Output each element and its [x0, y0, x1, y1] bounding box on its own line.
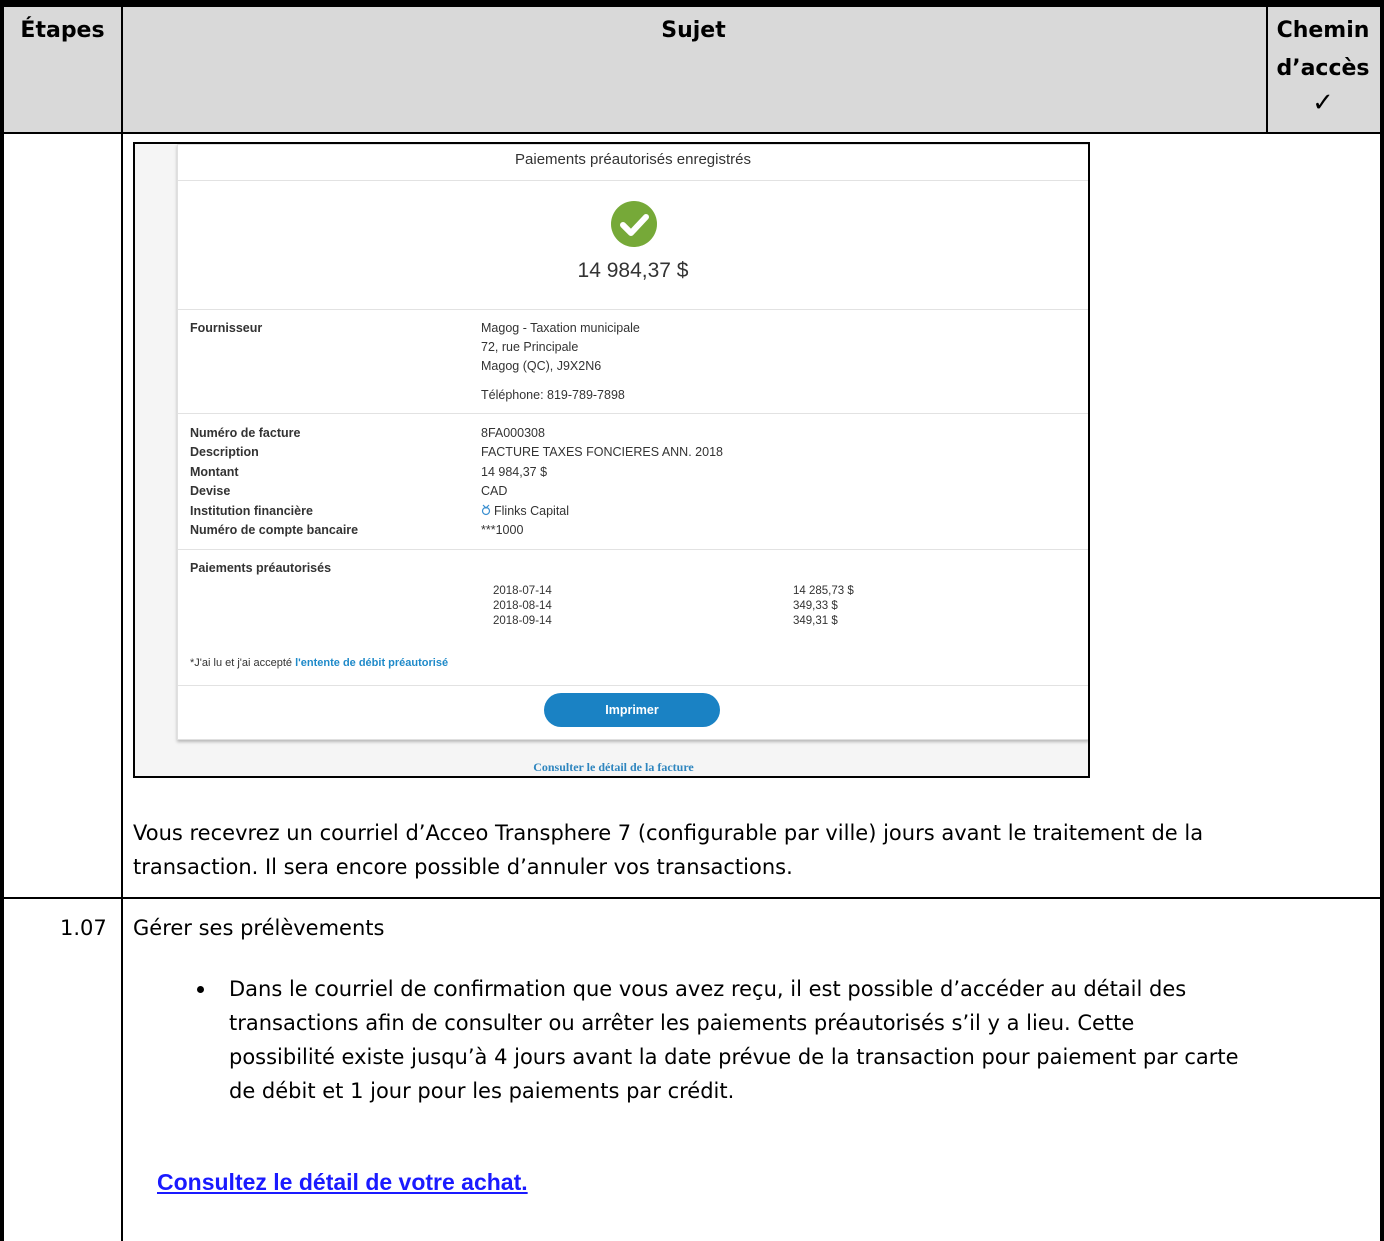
- divider: [178, 685, 1088, 686]
- detail-value: ***1000: [481, 523, 524, 537]
- bullet-line: possibilité existe jusqu’à 4 jours avant…: [229, 1045, 1239, 1069]
- agreement-link[interactable]: l'entente de débit préautorisé: [295, 657, 448, 669]
- agreement-prefix: *J'ai lu et j'ai accepté: [190, 657, 296, 669]
- checkmark-icon: ✓: [1312, 88, 1334, 118]
- payment-date: 2018-08-14: [493, 600, 552, 612]
- detail-value: 14 984,37 $: [481, 465, 548, 479]
- step-number: 1.07: [60, 916, 107, 940]
- payment-amount: 14 285,73 $: [793, 585, 854, 597]
- fournisseur-phone: Téléphone: 819-789-7898: [481, 388, 625, 402]
- column-divider-1: [121, 7, 123, 1241]
- detail-label: Numéro de compte bancaire: [190, 523, 359, 537]
- detail-label: Numéro de facture: [190, 426, 301, 440]
- divider: [178, 180, 1088, 181]
- header-chemin-acces: Chemin d’accès ✓: [1270, 12, 1376, 118]
- detail-value: FACTURE TAXES FONCIERES ANN. 2018: [481, 445, 723, 459]
- header-etapes: Étapes: [20, 18, 105, 43]
- detail-value: CAD: [481, 484, 508, 498]
- payment-date: 2018-07-14: [493, 585, 552, 597]
- detail-value: 8FA000308: [481, 426, 545, 440]
- header-chemin-line2: d’accès: [1276, 56, 1370, 81]
- bullet-line: de débit et 1 jour pour les paiements pa…: [229, 1079, 735, 1103]
- row2-title: Gérer ses prélèvements: [133, 916, 385, 940]
- fournisseur-line2: 72, rue Principale: [481, 340, 579, 354]
- row-separator: [0, 897, 1384, 899]
- fournisseur-line1: Magog - Taxation municipale: [481, 321, 640, 335]
- payment-amount: 349,33 $: [793, 600, 838, 612]
- payment-amount: 349,31 $: [793, 615, 838, 627]
- header-sujet: Sujet: [661, 18, 726, 43]
- document-table: Étapes Sujet Chemin d’accès ✓ Paiements …: [0, 0, 1384, 1241]
- consult-purchase-link[interactable]: Consultez le détail de votre achat.: [157, 1169, 528, 1196]
- table-right-border: [1380, 0, 1384, 1241]
- fournisseur-line3: Magog (QC), J9X2N6: [481, 359, 602, 373]
- header-bottom-border: [0, 132, 1384, 134]
- bank-name: Flinks Capital: [494, 504, 570, 518]
- detail-label: Devise: [190, 484, 231, 498]
- column-divider-2: [1266, 7, 1268, 133]
- print-button[interactable]: Imprimer: [544, 693, 720, 727]
- divider: [178, 549, 1088, 550]
- bullet-line: Dans le courriel de confirmation que vou…: [229, 977, 1187, 1001]
- table-top-border: [0, 0, 1384, 7]
- table-left-border: [0, 0, 4, 1241]
- bullet-line: transactions afin de consulter ou arrête…: [229, 1011, 1135, 1035]
- payments-label: Paiements préautorisés: [190, 561, 332, 575]
- divider: [178, 309, 1088, 310]
- row1-paragraph-line1: Vous recevrez un courriel d’Acceo Transp…: [133, 821, 1204, 845]
- row1-paragraph-line2: transaction. Il sera encore possible d’a…: [133, 855, 793, 879]
- agreement-text: *J'ai lu et j'ai accepté l'entente de dé…: [190, 656, 448, 670]
- embedded-screenshot: Paiements préautorisés enregistrés 14 98…: [133, 142, 1090, 778]
- bullet-icon: [197, 986, 204, 993]
- fournisseur-label: Fournisseur: [190, 321, 263, 335]
- detail-label: Institution financière: [190, 504, 313, 518]
- success-check-icon: [611, 201, 657, 247]
- divider: [178, 413, 1088, 414]
- detail-label: Description: [190, 445, 259, 459]
- invoice-detail-link[interactable]: Consulter le détail de la facture: [135, 760, 1088, 775]
- payment-date: 2018-09-14: [493, 615, 552, 627]
- header-chemin-line1: Chemin: [1276, 18, 1370, 43]
- bank-icon: [481, 504, 491, 516]
- card-title: Paiements préautorisés enregistrés: [515, 151, 751, 168]
- detail-value-bank: Flinks Capital: [481, 502, 569, 522]
- detail-label: Montant: [190, 465, 239, 479]
- total-amount: 14 984,37 $: [577, 259, 689, 282]
- confirmation-card: Paiements préautorisés enregistrés 14 98…: [177, 144, 1088, 740]
